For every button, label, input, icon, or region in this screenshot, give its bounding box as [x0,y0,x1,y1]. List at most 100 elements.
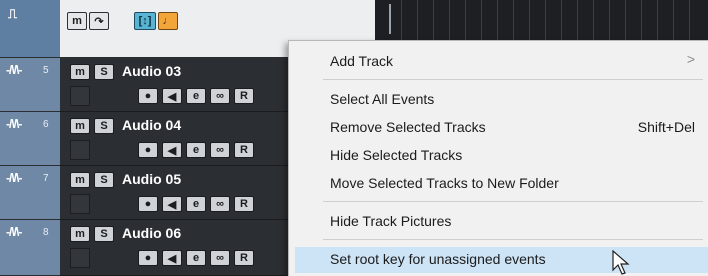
monitor-toggle-button[interactable]: ↷ [89,12,109,30]
menu-item-label: Hide Track Pictures [330,213,452,229]
record-enable-button[interactable]: ● [138,142,158,158]
menu-item-hide-selected-tracks[interactable]: Hide Selected Tracks [289,143,708,167]
track-color-cell [70,248,90,268]
folder-track-icon: ⎍ [8,6,18,21]
menu-item-hide-track-pictures[interactable]: Hide Track Pictures [289,209,708,233]
read-automation-button[interactable]: R [234,142,254,158]
track-header[interactable]: m S Audio 05 ● ◀ e ∞ R [60,166,300,220]
grid-line [513,0,514,40]
track-header[interactable]: m S Audio 03 ● ◀ e ∞ R [60,58,300,112]
edit-button[interactable]: e [186,250,206,266]
link-button[interactable]: ∞ [210,196,230,212]
track-row[interactable]: -/\/\- 7 m S Audio 05 ● ◀ e ∞ R [0,166,300,220]
grid-line [609,0,610,40]
track-number-cell: -/\/\- 6 [0,112,60,166]
menu-separator [323,79,703,80]
solo-button[interactable]: S [94,172,114,188]
menu-item-set-root-key[interactable]: Set root key for unassigned events [295,247,708,273]
menu-item-remove-selected-tracks[interactable]: Remove Selected Tracks Shift+Del [289,115,708,139]
edit-button[interactable]: e [186,196,206,212]
track-number: 8 [43,227,49,238]
context-menu: Add Track > Select All Events Remove Sel… [288,40,708,276]
record-enable-button[interactable]: ● [138,250,158,266]
grid-line [545,0,546,40]
track-row[interactable]: -/\/\- 6 m S Audio 04 ● ◀ e ∞ R [0,112,300,166]
grid-line [657,0,658,40]
read-automation-button[interactable]: R [234,250,254,266]
monitor-button[interactable]: ◀ [162,196,182,212]
timeline-ruler[interactable] [375,0,708,40]
track-color-cell [70,194,90,214]
chevron-right-icon: > [686,51,695,67]
grid-line [673,0,674,40]
menu-item-label: Move Selected Tracks to New Folder [330,175,559,191]
monitor-button[interactable]: ◀ [162,88,182,104]
monitor-button[interactable]: ◀ [162,250,182,266]
grid-line [481,0,482,40]
track-number: 5 [43,65,49,76]
expand-button[interactable]: [↕] [134,12,156,30]
track-number: 7 [43,173,49,184]
grid-line [465,0,466,40]
track-row[interactable]: -/\/\- 8 m S Audio 06 ● ◀ e ∞ R [0,220,300,276]
audio-waveform-icon: -/\/\- [6,117,22,131]
solo-button[interactable]: S [94,64,114,80]
link-button[interactable]: ∞ [210,250,230,266]
track-number-cell: -/\/\- 7 [0,166,60,220]
audio-waveform-icon: -/\/\- [6,225,22,239]
mute-button[interactable]: m [70,226,90,242]
track-name[interactable]: Audio 06 [122,225,181,241]
solo-button[interactable]: S [94,118,114,134]
record-enable-button[interactable]: ● [138,196,158,212]
mute-button[interactable]: m [70,172,90,188]
link-button[interactable]: ∞ [210,88,230,104]
menu-item-label: Hide Selected Tracks [330,147,463,163]
track-number: 6 [43,119,49,130]
menu-item-shortcut: Shift+Del [637,119,695,135]
grid-line [401,0,402,40]
audio-waveform-icon: -/\/\- [6,171,22,185]
audio-waveform-icon: -/\/\- [6,63,22,77]
track-number-cell: -/\/\- 5 [0,58,60,112]
track-row[interactable]: -/\/\- 5 m S Audio 03 ● ◀ e ∞ R [0,58,300,112]
edit-button[interactable]: e [186,88,206,104]
track-color-cell [70,140,90,160]
menu-item-add-track[interactable]: Add Track > [289,49,708,73]
grid-line [433,0,434,40]
grid-line [449,0,450,40]
record-enable-button[interactable]: ● [138,88,158,104]
mute-all-button[interactable]: m [67,12,87,30]
menu-separator [323,239,703,240]
grid-line [529,0,530,40]
track-name[interactable]: Audio 05 [122,171,181,187]
menu-item-select-all-events[interactable]: Select All Events [289,87,708,111]
grid-line [497,0,498,40]
solo-button[interactable]: S [94,226,114,242]
track-header[interactable]: m S Audio 04 ● ◀ e ∞ R [60,112,300,166]
mute-button[interactable]: m [70,64,90,80]
mouse-pointer-icon [612,250,630,275]
monitor-button[interactable]: ◀ [162,142,182,158]
track-header[interactable]: m S Audio 06 ● ◀ e ∞ R [60,220,300,276]
edit-button[interactable]: e [186,142,206,158]
grid-line [593,0,594,40]
read-automation-button[interactable]: R [234,196,254,212]
track-name[interactable]: Audio 04 [122,117,181,133]
menu-separator [323,201,703,202]
note-button[interactable]: ♩ [158,12,178,30]
track-number-cell: -/\/\- 8 [0,220,60,276]
read-automation-button[interactable]: R [234,88,254,104]
track-name[interactable]: Audio 03 [122,63,181,79]
grid-line [577,0,578,40]
menu-item-label: Add Track [330,53,394,69]
menu-item-label: Select All Events [330,91,435,107]
mute-button[interactable]: m [70,118,90,134]
ruler-marker [389,4,391,34]
menu-item-move-to-folder[interactable]: Move Selected Tracks to New Folder [289,171,708,195]
grid-line [689,0,690,40]
track-color-cell [70,86,90,106]
link-button[interactable]: ∞ [210,142,230,158]
folder-track-header[interactable]: ⎍ [0,0,60,58]
grid-line [417,0,418,40]
grid-line [625,0,626,40]
